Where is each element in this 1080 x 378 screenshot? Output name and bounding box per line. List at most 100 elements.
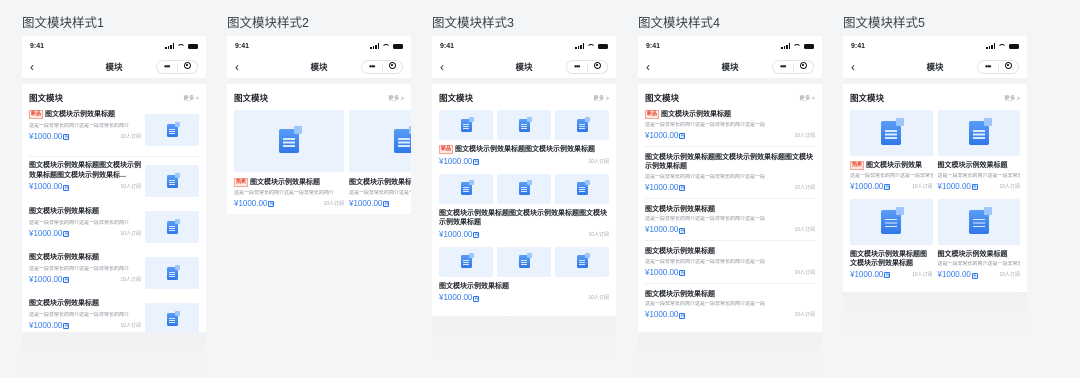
- card-desc: 这是一段非常长的简介这是一段非常长的简介: [937, 172, 1021, 179]
- style-5-title: 图文模块样式5: [843, 16, 925, 30]
- style-4-title: 图文模块样式4: [638, 16, 720, 30]
- more-link[interactable]: 更多 >: [799, 94, 815, 102]
- close-icon: [178, 61, 198, 73]
- close-icon: [383, 61, 403, 73]
- signal-icon: [165, 43, 174, 49]
- document-icon: [279, 126, 302, 153]
- more-icon: •••: [369, 62, 375, 71]
- item-title: 图文模块示例效果标题: [645, 205, 715, 213]
- list-item[interactable]: 新品 图文模块示例效果标题 这是一段非常长的简介这是一段非常长的简介这是一段 ¥1…: [638, 110, 822, 140]
- list-item[interactable]: 图文模块示例效果标题 这是一段非常长的简介这是一段非常长的简介这是一段 ¥100…: [638, 284, 822, 320]
- item-title: 图文模块示例效果标题图文模块示例效果标题图文模块示例效果标题: [439, 209, 607, 227]
- item-price: ¥1000.00 券: [29, 274, 70, 284]
- list-item[interactable]: 新品 图文模块示例效果标题图文模块示例效果标题 ¥1000.00 券 10人订阅: [432, 110, 616, 166]
- card-desc: 这是一段非常长的简介这是一段非常长的简介: [850, 172, 933, 179]
- list-item[interactable]: 图文模块示例效果标题 这是一段非常长的简介这是一段非常长的简介 ¥1000.00…: [22, 299, 206, 332]
- coupon-icon: 券: [679, 133, 686, 139]
- card[interactable]: 图文模块示例效果标 这是一段非常长的简介这是一段非常长的简介 ¥1000.00券: [349, 110, 411, 208]
- signal-icons: [165, 43, 198, 49]
- capsule-menu[interactable]: •••: [977, 60, 1019, 74]
- signal-icon: [575, 43, 584, 49]
- list-item[interactable]: 图文模块示例效果标题 这是一段非常长的简介这是一段非常长的简介这是一段 ¥100…: [638, 241, 822, 277]
- coupon-icon: 券: [383, 201, 390, 207]
- item-price: ¥1000.00 券: [645, 267, 686, 277]
- grid-card[interactable]: 热卖图文模块示例效果 这是一段非常长的简介这是一段非常长的简介 ¥1000.00…: [850, 110, 933, 191]
- more-link[interactable]: 更多 >: [1004, 94, 1020, 102]
- section-title: 图文模块: [645, 93, 680, 103]
- document-icon: [881, 206, 905, 234]
- list-item[interactable]: 图文模块示例效果标题 这是一段非常长的简介这是一段非常长的简介这是一段 ¥100…: [638, 199, 822, 235]
- close-icon: [588, 61, 608, 73]
- back-icon[interactable]: ‹: [851, 60, 865, 74]
- coupon-icon: 券: [268, 201, 275, 207]
- capsule-menu[interactable]: •••: [361, 60, 403, 74]
- card-price: ¥1000.00 券: [850, 269, 891, 279]
- document-icon: [576, 116, 590, 132]
- card-thumbnail: [234, 110, 344, 172]
- grid-card[interactable]: 图文模块示例效果标题 这是一段非常长的简介这是一段非常长的简介 ¥1000.00…: [937, 110, 1021, 191]
- tag-new: 新品: [439, 145, 454, 154]
- document-icon: [394, 126, 411, 153]
- status-time: 9:41: [851, 42, 866, 50]
- back-icon[interactable]: ‹: [440, 60, 454, 74]
- close-icon: [794, 61, 814, 73]
- grid-card[interactable]: 图文模块示例效果标题图文模块示例效果标题 ¥1000.00 券 10人订阅: [850, 198, 933, 280]
- item-price: ¥1000.00 券: [29, 131, 70, 141]
- wifi-icon: [587, 43, 595, 49]
- nav-bar: ‹ 模块 •••: [227, 56, 411, 78]
- item-desc: 这是一段非常长的简介这是一段非常长的简介: [29, 265, 130, 272]
- item-count: 10人订阅: [794, 184, 815, 191]
- document-icon: [166, 264, 180, 280]
- card[interactable]: 热卖 图文模块示例效果标题 这是一段非常长的简介这是一段非常长的简介 ¥1000.…: [234, 110, 344, 208]
- battery-icon: [188, 43, 198, 49]
- card-desc: 这是一段非常长的简介这是一段非常长的简介: [937, 261, 1021, 267]
- list-item[interactable]: 图文模块示例效果标题 这是一段非常长的简介这是一段非常长的简介 ¥1000.00…: [22, 253, 206, 299]
- list-item[interactable]: 图文模块示例效果标题 ¥1000.00 券 10人订阅: [432, 246, 616, 302]
- back-icon[interactable]: ‹: [646, 60, 660, 74]
- item-desc: 这是一段非常长的简介这是一段非常长的简介这是一段: [645, 173, 766, 180]
- list-item[interactable]: 图文模块示例效果标题图文模块示例效果标题图文模块示例效果标... ¥1000.0…: [22, 161, 206, 207]
- capsule-menu[interactable]: •••: [566, 60, 608, 74]
- item-thumbnail: [555, 110, 609, 140]
- phone-frame: 9:41 ‹ 模块 ••• 图文模块 更多 > 新品 图文模块示例效果标题图文模块…: [432, 36, 616, 316]
- close-icon: [999, 61, 1019, 73]
- capsule-menu[interactable]: •••: [156, 60, 198, 74]
- card-count: 10人订阅: [911, 183, 933, 190]
- coupon-icon: 券: [679, 312, 686, 319]
- list-item[interactable]: 图文模块示例效果标题图文模块示例效果标题图文模块示例效果标题 这是一段非常长的简…: [638, 147, 822, 192]
- coupon-icon: 券: [884, 272, 891, 278]
- list-item[interactable]: 图文模块示例效果标题图文模块示例效果标题图文模块示例效果标题 ¥1000.00 券…: [432, 173, 616, 239]
- signal-icons: [370, 43, 403, 49]
- list-item[interactable]: 图文模块示例效果标题 这是一段非常长的简介这是一段非常长的简介 ¥1000.00…: [22, 207, 206, 253]
- item-title: 图文模块示例效果标题图文模块示例效果标题图文模块示例效果标题: [645, 153, 813, 171]
- status-time: 9:41: [646, 42, 661, 50]
- back-icon[interactable]: ‹: [235, 60, 249, 74]
- more-link[interactable]: 更多 >: [388, 94, 404, 102]
- card-thumbnail: [349, 110, 411, 172]
- section-header: 图文模块 更多 >: [22, 84, 206, 110]
- document-icon: [460, 180, 474, 195]
- coupon-icon: 券: [679, 227, 686, 234]
- phone-frame: 9:41 ‹ 模块 ••• 图文模块 更多 > 热卖 图文模块示例效果标题 这是一…: [227, 36, 411, 214]
- grid-card[interactable]: 图文模块示例效果标题 这是一段非常长的简介这是一段非常长的简介 ¥1000.00…: [937, 198, 1021, 279]
- horizontal-scroll-list[interactable]: 热卖 图文模块示例效果标题 这是一段非常长的简介这是一段非常长的简介 ¥1000.…: [227, 110, 411, 208]
- more-link[interactable]: 更多 >: [593, 94, 609, 102]
- document-icon: [968, 206, 992, 234]
- capsule-menu[interactable]: •••: [772, 60, 814, 74]
- item-desc: 这是一段非常长的简介这是一段非常长的简介这是一段: [645, 216, 766, 222]
- tag-new: 新品: [645, 110, 660, 119]
- status-time: 9:41: [440, 42, 455, 50]
- coupon-icon: 券: [473, 232, 480, 238]
- signal-icons: [986, 43, 1019, 49]
- item-thumbnail: [439, 173, 493, 204]
- item-desc: 这是一段非常长的简介这是一段非常长的简介这是一段: [645, 301, 766, 307]
- back-icon[interactable]: ‹: [30, 60, 44, 74]
- card-price: ¥1000.00 券: [349, 198, 390, 208]
- battery-icon: [1009, 43, 1019, 49]
- more-link[interactable]: 更多 >: [183, 94, 199, 102]
- list-item[interactable]: 新品 图文模块示例效果标题 这是一段非常长的简介这是一段非常长的简介 ¥1000.…: [22, 110, 206, 156]
- item-price: ¥1000.00 券: [645, 130, 686, 140]
- item-count: 10人订阅: [588, 158, 609, 165]
- item-count: 10人订阅: [120, 276, 141, 283]
- card-thumbnail: [937, 198, 1020, 245]
